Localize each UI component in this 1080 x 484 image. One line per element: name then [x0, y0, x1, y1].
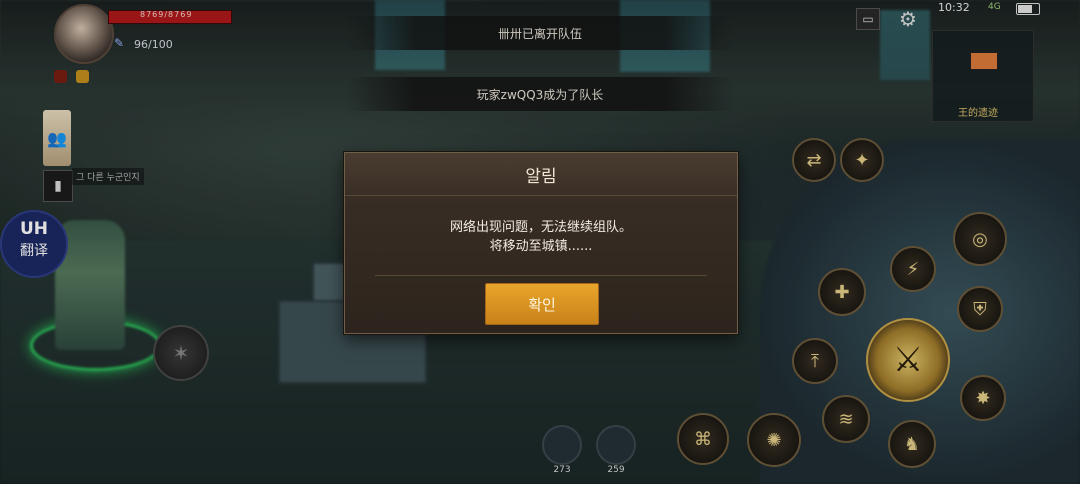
dialog-message-line: 将移动至城镇......	[489, 239, 593, 254]
dialog-title: 알림	[525, 166, 557, 187]
dialog-message-line: 网络出现问题，无法继续组队。	[449, 220, 632, 235]
alert-dialog: 알림 网络出现问题，无法继续组队。 将移动至城镇...... 확인	[344, 152, 738, 334]
dialog-header: 알림	[345, 153, 737, 196]
confirm-label: 확인	[528, 295, 556, 314]
dialog-divider	[375, 275, 707, 276]
dialog-message: 网络出现问题，无法继续组队。 将移动至城镇......	[345, 196, 737, 256]
confirm-button[interactable]: 확인	[485, 283, 599, 325]
